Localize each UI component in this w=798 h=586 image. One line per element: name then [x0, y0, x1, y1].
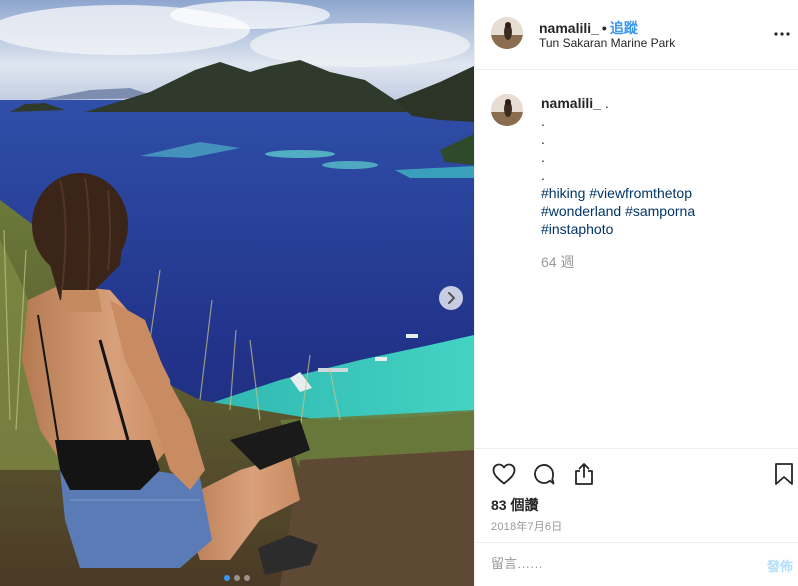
- hashtag-line: #hiking #viewfromthetop: [541, 184, 781, 202]
- caption-timestamp[interactable]: 64 週: [541, 252, 574, 272]
- photo-scene: [0, 0, 474, 586]
- caption-dot-line: .: [541, 149, 545, 165]
- follow-button[interactable]: 追蹤: [610, 20, 638, 36]
- caption-first-line: namalili_ .: [541, 94, 781, 112]
- carousel-next-button[interactable]: [439, 286, 463, 310]
- avatar-image: [491, 17, 523, 49]
- avatar[interactable]: [491, 94, 523, 126]
- hashtag-link[interactable]: #instaphoto: [541, 221, 613, 237]
- header-separator: •: [601, 20, 607, 36]
- share-icon: [575, 463, 593, 485]
- comment-input[interactable]: [491, 556, 731, 571]
- header-user-line: namalili_ • 追蹤: [539, 18, 638, 38]
- more-horizontal-icon: [774, 32, 790, 36]
- carousel-dot-active: [224, 575, 230, 581]
- caption-dot-line: .: [541, 113, 545, 129]
- comment-icon: [534, 464, 555, 485]
- caption-dot-line: .: [541, 167, 545, 183]
- bookmark-icon: [775, 463, 793, 485]
- carousel-dot: [244, 575, 250, 581]
- share-button[interactable]: [571, 461, 597, 487]
- comment-button[interactable]: [531, 461, 557, 487]
- post-actions: 83 個讚 2018年7月6日: [475, 448, 798, 542]
- post-caption: namalili_ . . . . . #hiking #viewfromthe…: [541, 94, 781, 238]
- comment-bar: 發佈: [475, 542, 798, 586]
- hashtag-line: #wonderland #samporna: [541, 202, 781, 220]
- save-button[interactable]: [771, 461, 797, 487]
- likes-count[interactable]: 83 個讚: [491, 495, 538, 515]
- hashtag-link[interactable]: #wonderland: [541, 203, 621, 219]
- hashtag-link[interactable]: #viewfromthetop: [589, 185, 692, 201]
- hashtag-link[interactable]: #hiking: [541, 185, 585, 201]
- post-photo[interactable]: [0, 0, 474, 586]
- post-date[interactable]: 2018年7月6日: [491, 518, 563, 534]
- location-link[interactable]: Tun Sakaran Marine Park: [539, 36, 675, 50]
- carousel-dot: [234, 575, 240, 581]
- caption-username[interactable]: namalili_: [541, 95, 601, 111]
- avatar-image: [491, 94, 523, 126]
- caption-text: .: [604, 95, 609, 111]
- hashtag-line: #instaphoto: [541, 220, 781, 238]
- more-options-button[interactable]: [771, 24, 793, 44]
- post-side-panel: namalili_ • 追蹤 Tun Sakaran Marine Park nam…: [474, 0, 798, 586]
- caption-dot-line: .: [541, 131, 545, 147]
- avatar[interactable]: [491, 17, 523, 49]
- username-link[interactable]: namalili_: [539, 20, 599, 36]
- comments-area: namalili_ . . . . . #hiking #viewfromthe…: [475, 70, 798, 448]
- hashtag-link[interactable]: #samporna: [625, 203, 695, 219]
- chevron-right-icon: [448, 292, 455, 304]
- carousel-indicators: [0, 575, 474, 581]
- post-comment-button[interactable]: 發佈: [767, 556, 793, 575]
- post-header: namalili_ • 追蹤 Tun Sakaran Marine Park: [475, 0, 798, 70]
- like-button[interactable]: [491, 461, 517, 487]
- heart-icon: [492, 463, 516, 485]
